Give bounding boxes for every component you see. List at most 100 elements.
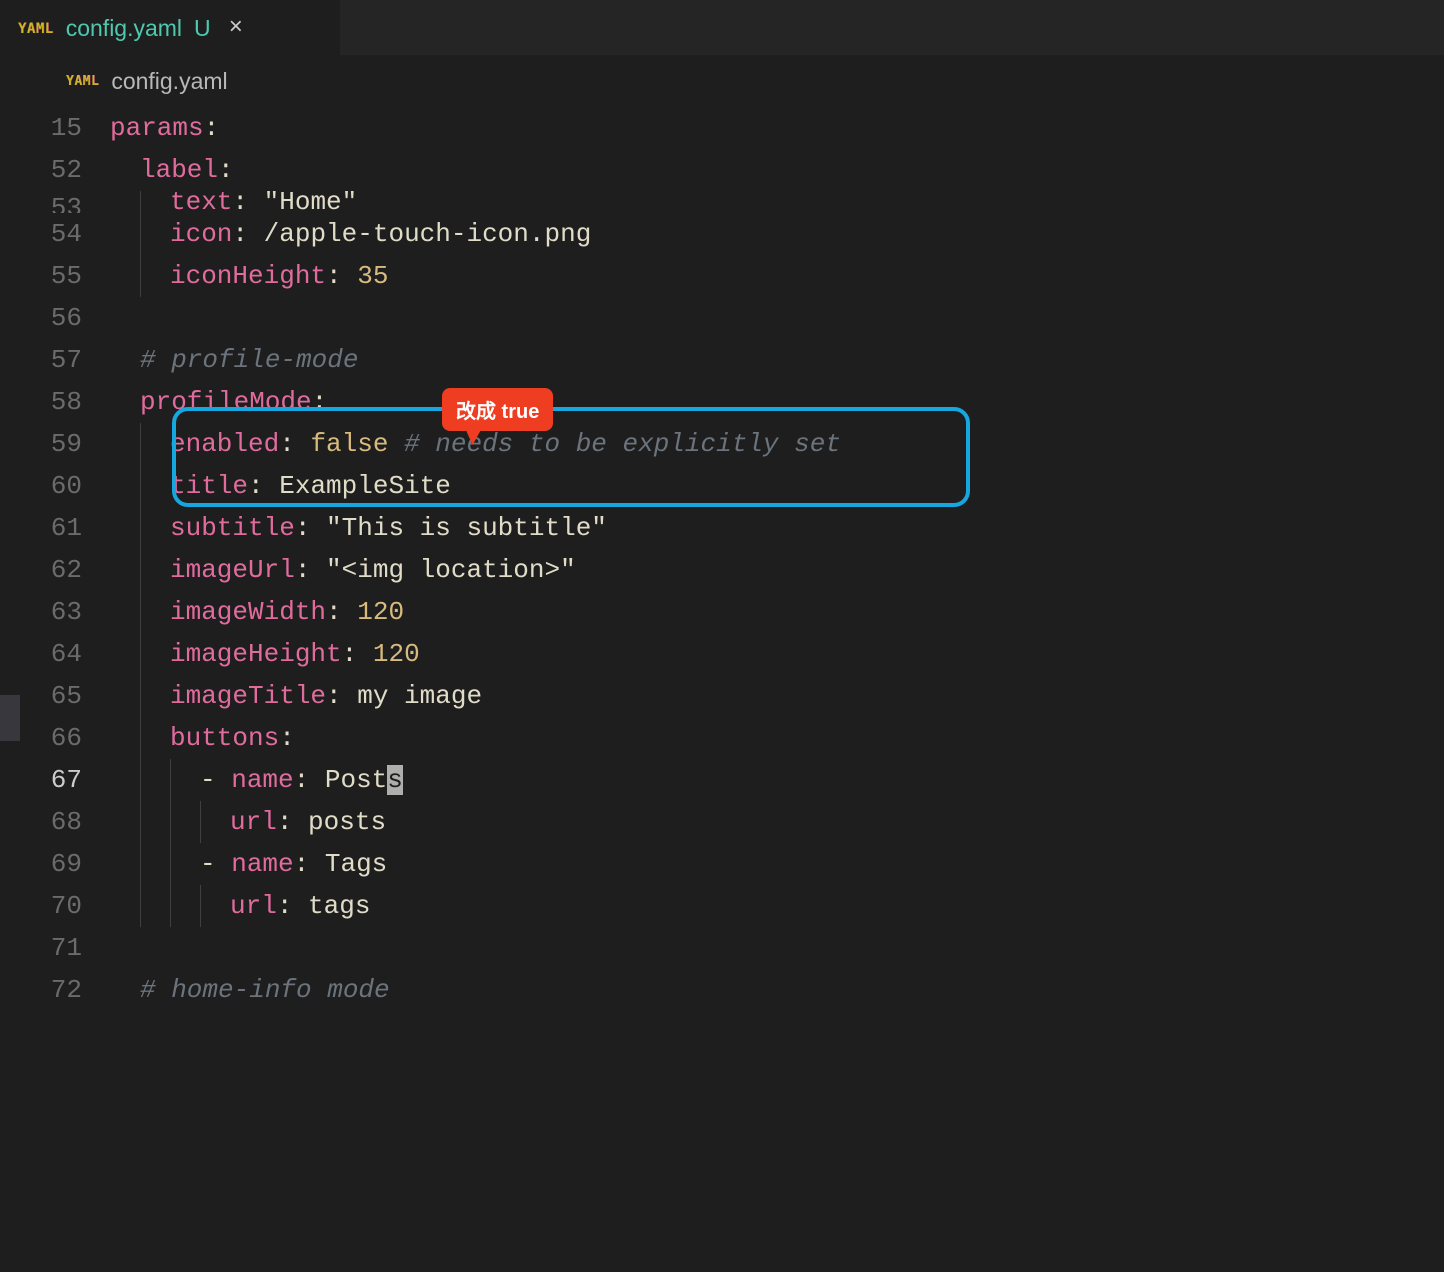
token-punc: : bbox=[326, 597, 357, 627]
code-line[interactable]: 65imageTitle: my image bbox=[0, 675, 1444, 717]
token-str: "This is subtitle" bbox=[326, 513, 607, 543]
line-number: 71 bbox=[0, 933, 110, 963]
token-key: text bbox=[170, 191, 232, 213]
token-punc: : bbox=[204, 113, 220, 143]
code-line[interactable]: 54icon: /apple-touch-icon.png bbox=[0, 213, 1444, 255]
line-number: 72 bbox=[0, 975, 110, 1005]
token-key: imageHeight bbox=[170, 639, 342, 669]
code-content[interactable]: imageWidth: 120 bbox=[110, 591, 404, 633]
line-number: 61 bbox=[0, 513, 110, 543]
token-str: /apple-touch-icon.png bbox=[264, 219, 592, 249]
line-number: 53 bbox=[0, 193, 110, 213]
token-str: ExampleSite bbox=[279, 471, 451, 501]
code-line[interactable]: 63imageWidth: 120 bbox=[0, 591, 1444, 633]
code-line[interactable]: 15params: bbox=[0, 107, 1444, 149]
token-punc: : bbox=[312, 387, 328, 417]
yaml-icon: YAML bbox=[18, 21, 54, 37]
code-line[interactable]: 69- name: Tags bbox=[0, 843, 1444, 885]
token-key: name bbox=[231, 849, 293, 879]
code-line[interactable]: 58profileMode: bbox=[0, 381, 1444, 423]
code-line[interactable]: 60title: ExampleSite bbox=[0, 465, 1444, 507]
token-str: Tags bbox=[325, 849, 387, 879]
code-content[interactable]: params: bbox=[110, 107, 219, 149]
token-punc: : bbox=[326, 681, 357, 711]
code-content[interactable]: - name: Tags bbox=[110, 843, 387, 885]
code-line[interactable]: 70url: tags bbox=[0, 885, 1444, 927]
git-status-untracked: U bbox=[194, 15, 211, 42]
code-line[interactable]: 56 bbox=[0, 297, 1444, 339]
code-content[interactable]: url: posts bbox=[110, 801, 386, 843]
line-number: 56 bbox=[0, 303, 110, 333]
token-key: buttons bbox=[170, 723, 279, 753]
token-num: 35 bbox=[357, 261, 388, 291]
code-content[interactable]: imageTitle: my image bbox=[110, 675, 482, 717]
code-line[interactable]: 55iconHeight: 35 bbox=[0, 255, 1444, 297]
code-line[interactable]: 71 bbox=[0, 927, 1444, 969]
token-key: url bbox=[230, 891, 277, 921]
code-line[interactable]: 64imageHeight: 120 bbox=[0, 633, 1444, 675]
line-number: 65 bbox=[0, 681, 110, 711]
line-number: 52 bbox=[0, 155, 110, 185]
token-cur: s bbox=[387, 765, 403, 795]
code-editor[interactable]: 15params:52label:53text: "Home"54icon: /… bbox=[0, 107, 1444, 1011]
token-str: "Home" bbox=[264, 191, 358, 213]
line-number: 63 bbox=[0, 597, 110, 627]
code-content[interactable]: text: "Home" bbox=[110, 191, 357, 213]
line-number: 57 bbox=[0, 345, 110, 375]
code-content[interactable]: imageUrl: "<img location>" bbox=[110, 549, 576, 591]
editor-tab[interactable]: YAML config.yaml U × bbox=[0, 0, 340, 55]
code-content[interactable]: iconHeight: 35 bbox=[110, 255, 388, 297]
token-punc: : bbox=[232, 219, 263, 249]
token-punc: : bbox=[326, 261, 357, 291]
token-cmt: # home-info mode bbox=[140, 975, 390, 1005]
code-line[interactable]: 66buttons: bbox=[0, 717, 1444, 759]
token-key: params bbox=[110, 113, 204, 143]
token-key: imageUrl bbox=[170, 555, 295, 585]
code-line[interactable]: 53text: "Home" bbox=[0, 191, 1444, 213]
code-content[interactable]: buttons: bbox=[110, 717, 295, 759]
token-str: tags bbox=[308, 891, 370, 921]
code-line[interactable]: 68url: posts bbox=[0, 801, 1444, 843]
code-content[interactable]: - name: Posts bbox=[110, 759, 403, 801]
code-line[interactable]: 59enabled: false # needs to be explicitl… bbox=[0, 423, 1444, 465]
line-number: 69 bbox=[0, 849, 110, 879]
token-str: posts bbox=[308, 807, 386, 837]
token-dash: - bbox=[200, 765, 231, 795]
token-punc: : bbox=[294, 849, 325, 879]
breadcrumb[interactable]: YAML config.yaml bbox=[0, 55, 1444, 107]
code-line[interactable]: 62imageUrl: "<img location>" bbox=[0, 549, 1444, 591]
code-line[interactable]: 57# profile-mode bbox=[0, 339, 1444, 381]
token-key: title bbox=[170, 471, 248, 501]
token-punc: : bbox=[279, 429, 310, 459]
code-line[interactable]: 52label: bbox=[0, 149, 1444, 191]
code-content[interactable]: label: bbox=[110, 149, 234, 191]
code-content[interactable]: icon: /apple-touch-icon.png bbox=[110, 213, 591, 255]
line-number: 67 bbox=[0, 765, 110, 795]
line-number: 70 bbox=[0, 891, 110, 921]
token-punc: : bbox=[342, 639, 373, 669]
annotation-tooltip-text: 改成 true bbox=[456, 401, 539, 423]
code-content[interactable]: url: tags bbox=[110, 885, 370, 927]
token-key: url bbox=[230, 807, 277, 837]
code-line[interactable]: 72 # home-info mode bbox=[0, 969, 1444, 1011]
code-content[interactable]: # profile-mode bbox=[110, 339, 358, 381]
code-line[interactable]: 67- name: Posts bbox=[0, 759, 1444, 801]
token-str: "<img location>" bbox=[326, 555, 576, 585]
code-content[interactable]: profileMode: bbox=[110, 381, 327, 423]
code-content[interactable]: title: ExampleSite bbox=[110, 465, 451, 507]
code-content[interactable]: subtitle: "This is subtitle" bbox=[110, 507, 607, 549]
close-icon[interactable]: × bbox=[229, 17, 243, 41]
tab-bar: YAML config.yaml U × bbox=[0, 0, 1444, 55]
code-line[interactable]: 61subtitle: "This is subtitle" bbox=[0, 507, 1444, 549]
code-content[interactable]: imageHeight: 120 bbox=[110, 633, 420, 675]
line-number: 15 bbox=[0, 113, 110, 143]
line-number: 64 bbox=[0, 639, 110, 669]
token-key: label bbox=[140, 155, 218, 185]
code-content[interactable]: # home-info mode bbox=[110, 969, 390, 1011]
token-punc: : bbox=[294, 765, 325, 795]
token-punc: : bbox=[232, 191, 263, 213]
breadcrumb-filename: config.yaml bbox=[111, 68, 227, 95]
token-punc bbox=[388, 429, 404, 459]
line-number: 54 bbox=[0, 219, 110, 249]
token-key: enabled bbox=[170, 429, 279, 459]
